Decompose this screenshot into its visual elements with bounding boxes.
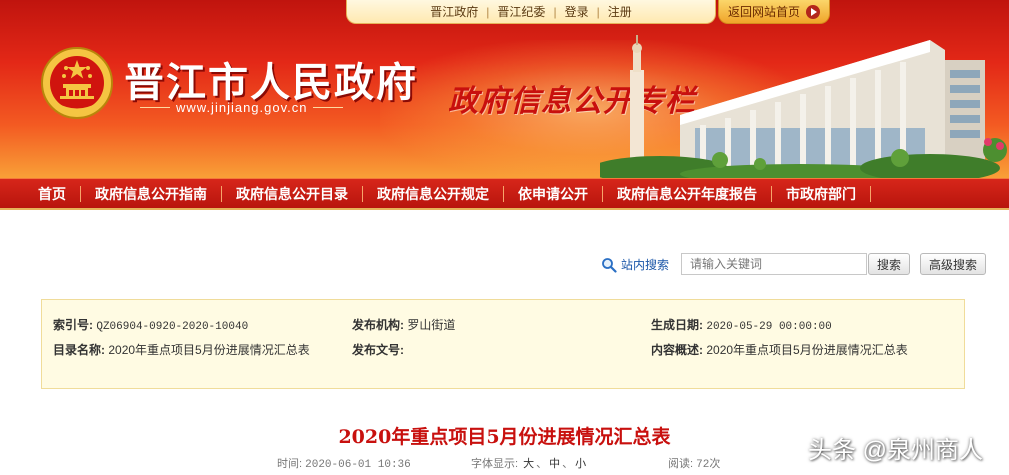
nav-divider bbox=[870, 185, 871, 202]
source-watermark: 头条 @泉州商人 bbox=[808, 437, 984, 464]
national-emblem-icon bbox=[41, 47, 113, 119]
info-summary-label: 内容概述: bbox=[651, 343, 703, 357]
info-index-label: 索引号: bbox=[53, 318, 93, 332]
advanced-search-button[interactable]: 高级搜索 bbox=[920, 253, 986, 275]
article-views: 阅读: 72次 bbox=[668, 455, 720, 471]
article-views-label: 阅读: bbox=[668, 458, 694, 470]
site-search-text: 站内搜索 bbox=[621, 258, 670, 272]
nav-item-on-request[interactable]: 依申请公开 bbox=[504, 184, 602, 204]
site-header: 晋江政府 | 晋江纪委 | 登录 | 注册 返回网站首页 晋江市人民政府 www… bbox=[0, 0, 1009, 178]
government-building-illustration bbox=[600, 35, 1007, 178]
info-docno-label: 发布文号: bbox=[352, 343, 404, 357]
font-size-large-button[interactable]: 大 bbox=[521, 458, 536, 470]
search-input[interactable] bbox=[681, 253, 867, 275]
top-link-login[interactable]: 登录 bbox=[557, 3, 597, 20]
nav-item-annual-report[interactable]: 政府信息公开年度报告 bbox=[603, 184, 771, 204]
info-date-value: 2020-05-29 00:00:00 bbox=[706, 321, 832, 333]
top-link-jinjiang-jiwei[interactable]: 晋江纪委 bbox=[489, 3, 553, 20]
top-link-register[interactable]: 注册 bbox=[600, 3, 640, 20]
font-size-small-button[interactable]: 小 bbox=[573, 458, 588, 470]
nav-item-disclosure-catalog[interactable]: 政府信息公开目录 bbox=[222, 184, 362, 204]
nav-item-disclosure-guide[interactable]: 政府信息公开指南 bbox=[81, 184, 221, 204]
info-summary: 内容概述: 2020年重点项目5月份进展情况汇总表 bbox=[651, 341, 908, 358]
nav-item-disclosure-rules[interactable]: 政府信息公开规定 bbox=[363, 184, 503, 204]
font-size-controls: 字体显示: 大、中、小 bbox=[471, 455, 588, 471]
font-size-medium-button[interactable]: 中 bbox=[547, 458, 562, 470]
url-decor-line bbox=[140, 107, 170, 108]
search-button[interactable]: 搜索 bbox=[868, 253, 910, 275]
info-catalog: 目录名称: 2020年重点项目5月份进展情况汇总表 bbox=[53, 341, 310, 358]
nav-item-home[interactable]: 首页 bbox=[24, 184, 80, 204]
arrow-right-icon bbox=[806, 4, 820, 19]
site-url: www.jinjiang.gov.cn bbox=[176, 100, 308, 115]
info-publisher-value: 罗山街道 bbox=[407, 318, 456, 332]
article-views-value: 72次 bbox=[696, 459, 721, 471]
info-docno: 发布文号: bbox=[352, 341, 404, 358]
info-date-label: 生成日期: bbox=[651, 318, 703, 332]
search-icon bbox=[602, 257, 617, 273]
nav-item-departments[interactable]: 市政府部门 bbox=[772, 184, 870, 204]
info-date: 生成日期: 2020-05-29 00:00:00 bbox=[651, 316, 832, 333]
document-info-box: 索引号: QZ06904-0920-2020-10040 发布机构: 罗山街道 … bbox=[41, 299, 965, 389]
top-link-jinjiang-gov[interactable]: 晋江政府 bbox=[422, 3, 486, 20]
info-index-value: QZ06904-0920-2020-10040 bbox=[96, 321, 249, 333]
url-decor-line bbox=[313, 107, 344, 108]
site-url-row: www.jinjiang.gov.cn bbox=[140, 100, 344, 115]
site-search-label[interactable]: 站内搜索 bbox=[601, 256, 669, 273]
info-catalog-label: 目录名称: bbox=[53, 343, 105, 357]
info-publisher: 发布机构: 罗山街道 bbox=[352, 316, 455, 333]
info-catalog-value: 2020年重点项目5月份进展情况汇总表 bbox=[108, 343, 310, 357]
info-index: 索引号: QZ06904-0920-2020-10040 bbox=[53, 316, 248, 333]
article-time: 时间: 2020-06-01 10:36 bbox=[277, 455, 411, 471]
article-time-label: 时间: bbox=[277, 458, 303, 470]
info-publisher-label: 发布机构: bbox=[352, 318, 404, 332]
font-size-separator: 、 bbox=[536, 458, 548, 470]
font-size-label: 字体显示: bbox=[471, 458, 519, 470]
article-time-value: 2020-06-01 10:36 bbox=[305, 459, 411, 471]
back-home-label: 返回网站首页 bbox=[727, 5, 800, 19]
info-summary-value: 2020年重点项目5月份进展情况汇总表 bbox=[706, 343, 908, 357]
font-size-separator: 、 bbox=[562, 458, 574, 470]
main-nav: 首页 政府信息公开指南 政府信息公开目录 政府信息公开规定 依申请公开 政府信息… bbox=[0, 178, 1009, 210]
